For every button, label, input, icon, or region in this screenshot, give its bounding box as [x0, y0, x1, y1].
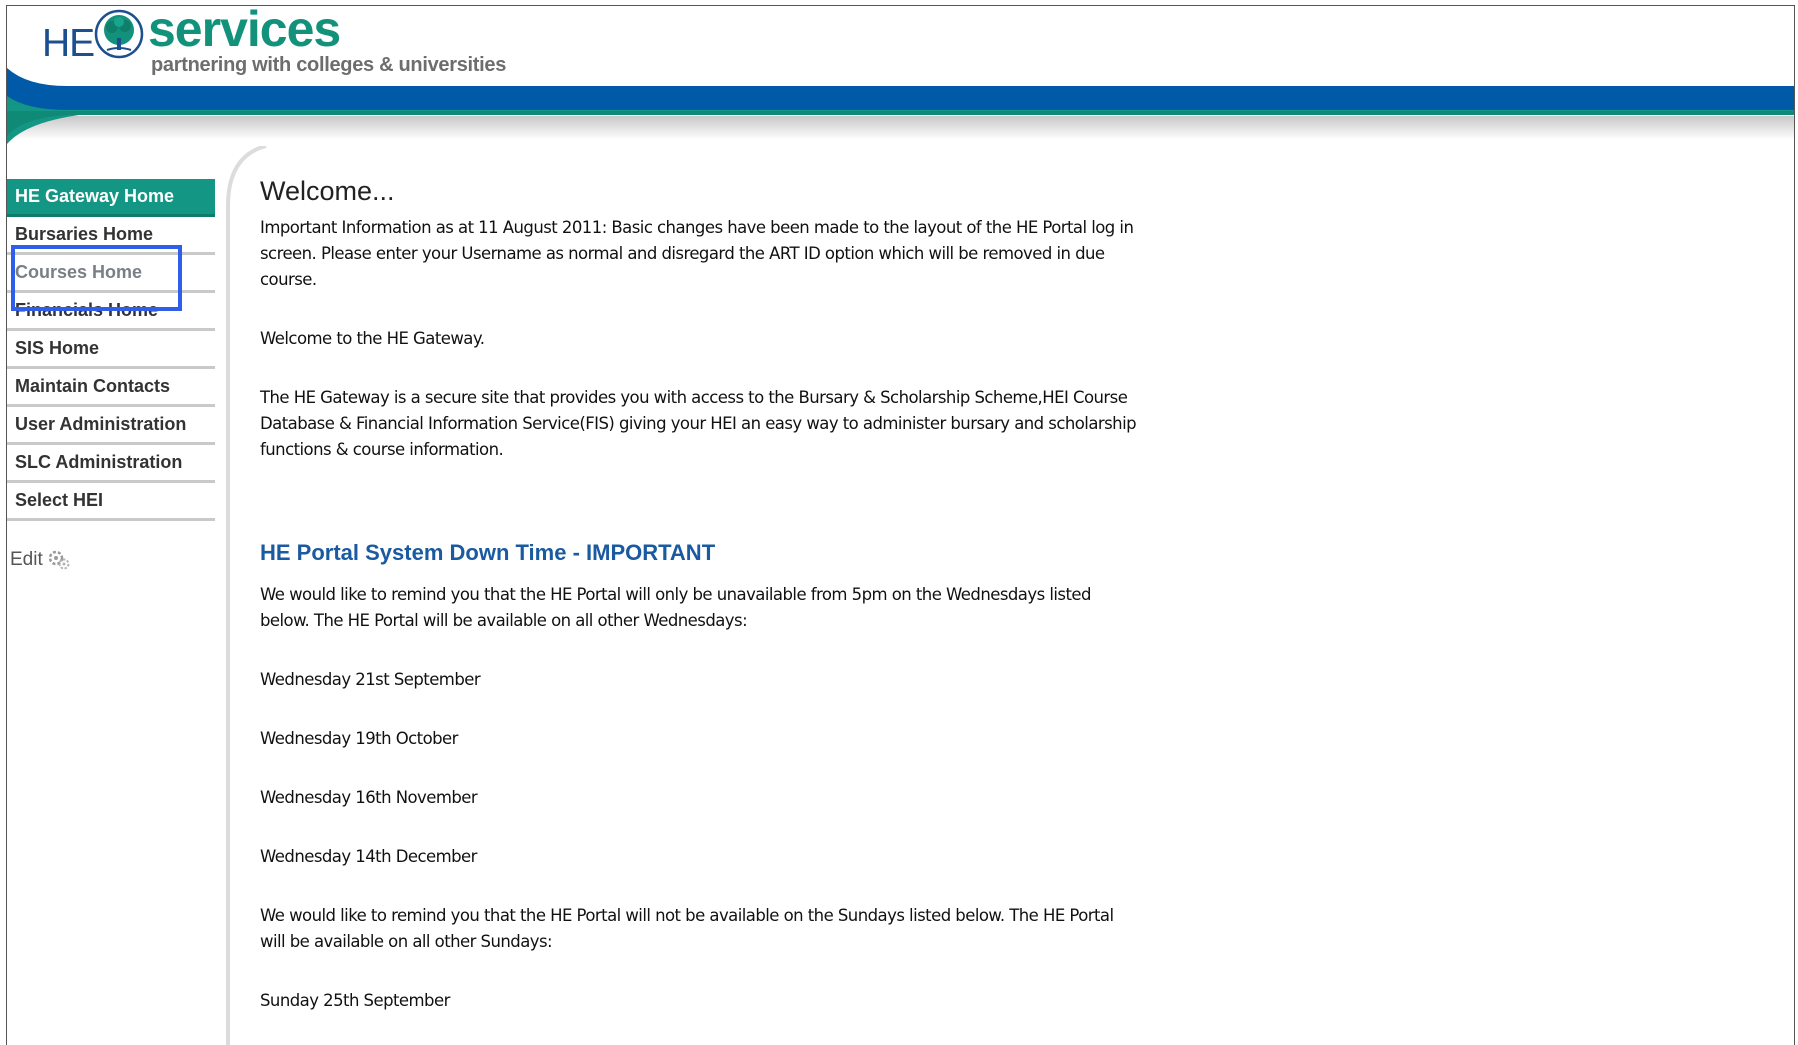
logo-prefix: HE	[42, 22, 95, 65]
downtime-heading: HE Portal System Down Time - IMPORTANT	[260, 540, 716, 565]
greeting-text: Welcome to the HE Gateway.	[260, 329, 485, 348]
sidebar-item-select-hei[interactable]: Select HEI	[7, 483, 215, 521]
page: HE services partnering with colleges & u…	[6, 5, 1795, 1045]
logo-name: services	[148, 5, 341, 57]
tree-emblem-icon	[94, 9, 144, 59]
edit-link[interactable]: Edit	[10, 549, 71, 571]
page-title: Welcome...	[260, 176, 395, 206]
sidebar-item-slc-administration[interactable]: SLC Administration	[7, 445, 215, 483]
sidebar-nav: HE Gateway Home Bursaries Home Courses H…	[7, 179, 215, 521]
sidebar-item-sis-home[interactable]: SIS Home	[7, 331, 215, 369]
sunday-intro: We would like to remind you that the HE …	[260, 906, 1114, 951]
downtime-date: Wednesday 19th October	[260, 729, 458, 748]
sidebar-item-user-administration[interactable]: User Administration	[7, 407, 215, 445]
downtime-date: Wednesday 21st September	[260, 670, 481, 689]
wednesday-intro: We would like to remind you that the HE …	[260, 585, 1091, 630]
downtime-date: Wednesday 16th November	[260, 788, 478, 807]
sidebar-item-bursaries-home[interactable]: Bursaries Home	[7, 217, 215, 255]
header-banner	[7, 68, 1794, 144]
sidebar-item-maintain-contacts[interactable]: Maintain Contacts	[7, 369, 215, 407]
edit-label: Edit	[10, 549, 43, 570]
downtime-date: Sunday 25th September	[260, 991, 450, 1010]
gateway-description: The HE Gateway is a secure site that pro…	[260, 388, 1137, 459]
gears-icon	[48, 550, 70, 570]
sidebar-item-courses-home[interactable]: Courses Home	[7, 255, 215, 293]
sidebar-item-he-gateway-home[interactable]: HE Gateway Home	[7, 179, 215, 217]
downtime-date: Wednesday 14th December	[260, 847, 477, 866]
important-notice: Important Information as at 11 August 20…	[260, 218, 1134, 289]
sidebar-item-financials-home[interactable]: Financials Home	[7, 293, 215, 331]
main-content: Welcome... Important Information as at 1…	[260, 176, 1140, 1045]
